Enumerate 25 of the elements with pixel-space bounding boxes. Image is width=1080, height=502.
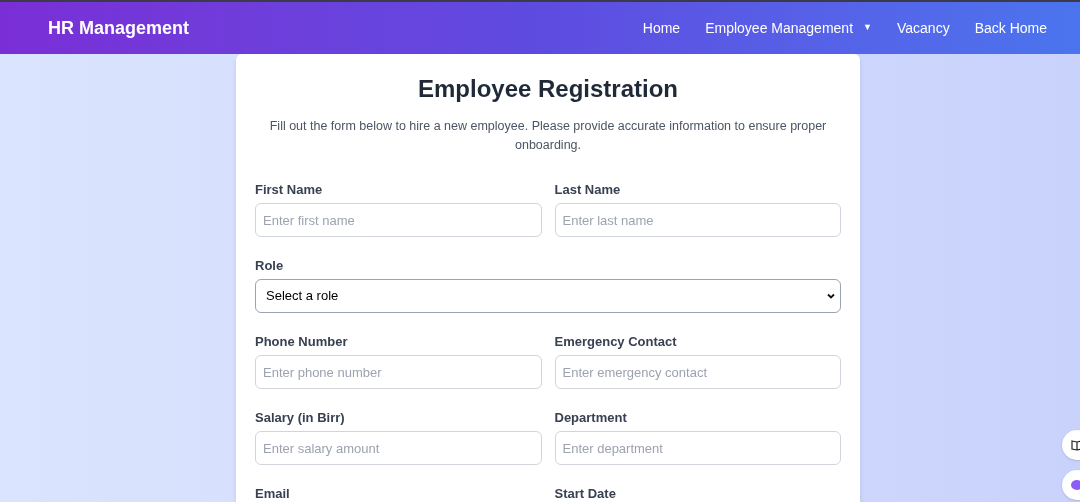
input-field[interactable]: Enter salary amount xyxy=(255,431,542,465)
nav-link[interactable]: Home xyxy=(642,17,681,39)
input-field[interactable]: Enter phone number xyxy=(255,355,542,389)
field-label: First Name xyxy=(255,182,324,198)
field-label: Department xyxy=(554,410,628,426)
nav-link[interactable]: Back Home xyxy=(974,17,1047,39)
field-label: Emergency Contact xyxy=(554,334,678,350)
nav-link[interactable]: Vacancy xyxy=(896,17,950,39)
field-label: Phone Number xyxy=(255,334,349,350)
input-field[interactable]: Enter last name xyxy=(554,203,841,237)
field-label: Salary (in Birr) xyxy=(255,410,346,426)
chevron-down-icon xyxy=(826,291,836,301)
form-description: Fill out the form below to hire a new employee. Please provide accurate information to ensure proper onboarding. xyxy=(268,118,828,154)
brand-title: HR Management xyxy=(48,16,190,40)
field-label: Email xyxy=(255,486,291,502)
input-field[interactable]: Enter emergency contact xyxy=(554,355,841,389)
field-label: Role xyxy=(255,258,285,274)
nav-dropdown[interactable]: Employee Management ▼ xyxy=(705,17,872,39)
book-icon xyxy=(1071,439,1080,451)
form-title: Employee Registration xyxy=(416,74,680,104)
input-field[interactable]: Enter department xyxy=(554,431,841,465)
role-select[interactable]: Select a role xyxy=(255,279,841,313)
field-label: Last Name xyxy=(554,182,622,198)
input-field[interactable]: Enter first name xyxy=(255,203,542,237)
field-label: Start Date xyxy=(554,486,617,502)
